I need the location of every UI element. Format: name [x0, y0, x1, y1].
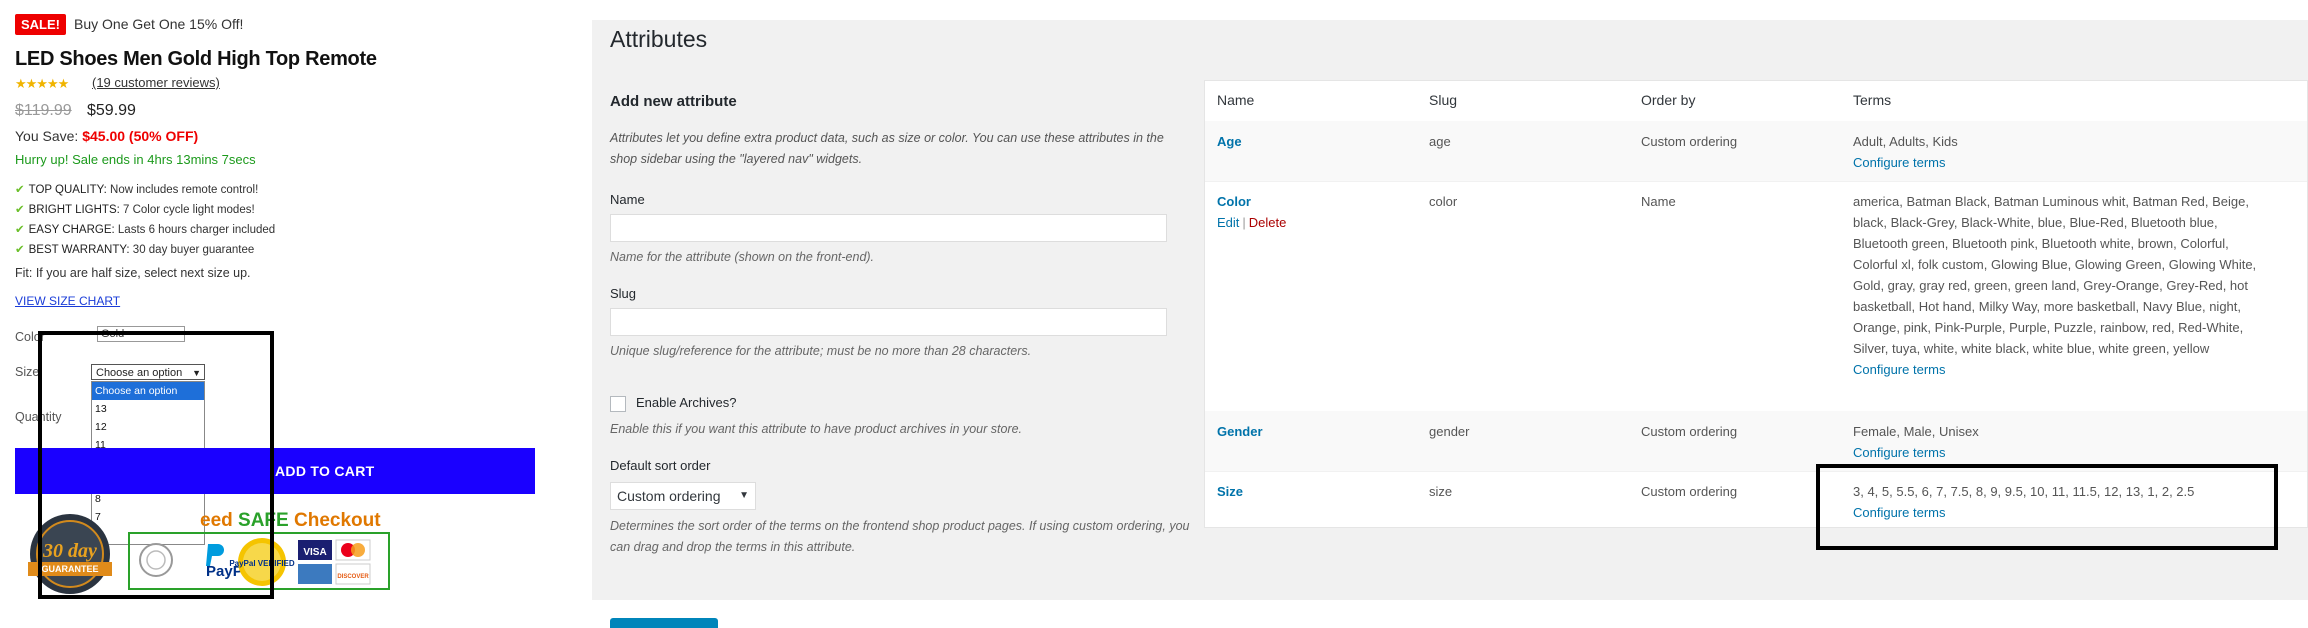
you-save-label: You Save: — [15, 128, 83, 144]
check-icon: ✔ — [15, 224, 25, 236]
sort-order-label: Default sort order — [610, 458, 711, 473]
enable-archives-label: Enable Archives? — [636, 395, 737, 410]
attribute-terms: america, Batman Black, Batman Luminous w… — [1853, 194, 2257, 356]
attribute-terms-cell: Female, Male, Unisex Configure terms — [1853, 421, 2273, 463]
feature-text: 30 day buyer guarantee — [129, 244, 255, 256]
promo-text: Buy One Get One 15% Off! — [74, 16, 244, 32]
attributes-table: Name Slug Order by Terms Age age Custom … — [1204, 80, 2308, 530]
action-separator: | — [1242, 215, 1246, 230]
table-header: Name Slug Order by Terms — [1205, 81, 2307, 122]
slug-label: Slug — [610, 286, 637, 301]
add-to-cart-label: ADD TO CART — [275, 463, 375, 479]
name-label: Name — [610, 192, 645, 207]
name-input[interactable] — [610, 214, 1167, 242]
discover-text: DISCOVER — [337, 574, 369, 580]
old-price: $119.99 — [15, 102, 72, 119]
configure-terms-link[interactable]: Configure terms — [1853, 155, 1945, 170]
feature-text: 7 Color cycle light modes! — [119, 204, 255, 216]
header-slug: Slug — [1429, 92, 1458, 108]
sort-order-help: Determines the sort order of the terms o… — [610, 519, 1190, 554]
fit-note: Fit: If you are half size, select next s… — [15, 266, 251, 280]
delete-link[interactable]: Delete — [1249, 215, 1287, 230]
attribute-name-link[interactable]: Color — [1217, 191, 1251, 212]
feature-text: Lasts 6 hours charger included — [114, 224, 276, 236]
attribute-terms-cell: america, Batman Black, Batman Luminous w… — [1853, 191, 2273, 380]
page-title: Attributes — [610, 26, 708, 52]
attribute-name-link[interactable]: Age — [1217, 131, 1242, 152]
sort-order-value: Custom ordering — [617, 488, 721, 504]
configure-terms-link[interactable]: Configure terms — [1853, 445, 1945, 460]
form-intro: Attributes let you define extra product … — [610, 131, 1164, 166]
reviews-link[interactable]: (19 customer reviews) — [92, 75, 220, 90]
slug-input[interactable] — [610, 308, 1167, 336]
attribute-slug: age — [1429, 134, 1451, 149]
product-title: LED Shoes Men Gold High Top Remote — [15, 48, 377, 70]
attribute-terms: Female, Male, Unisex — [1853, 424, 1979, 439]
highlight-box-size-dropdown — [38, 331, 274, 599]
attribute-slug: size — [1429, 484, 1453, 499]
table-row: Age age Custom ordering Adult, Adults, K… — [1205, 121, 2307, 182]
header-name: Name — [1217, 92, 1255, 108]
guarantee-text-3: Checkout — [288, 510, 381, 531]
feature-title: BRIGHT LIGHTS: — [28, 204, 120, 216]
attribute-order: Custom ordering — [1641, 424, 1738, 439]
chevron-down-icon: ▼ — [739, 490, 749, 501]
sale-badge: SALE! — [15, 14, 66, 35]
attribute-name-link[interactable]: Gender — [1217, 421, 1263, 442]
feature-list: ✔ TOP QUALITY: Now includes remote contro… — [15, 180, 275, 260]
enable-archives-checkbox[interactable] — [610, 396, 626, 412]
table-row: Gender gender Custom ordering Female, Ma… — [1205, 411, 2307, 472]
feature-title: TOP QUALITY: — [28, 184, 107, 196]
check-icon: ✔ — [15, 244, 25, 256]
slug-help: Unique slug/reference for the attribute;… — [610, 344, 1032, 358]
feature-title: BEST WARRANTY: — [28, 244, 130, 256]
feature-title: EASY CHARGE: — [28, 224, 115, 236]
size-label: Size — [15, 365, 40, 379]
attribute-order: Custom ordering — [1641, 134, 1738, 149]
visa-text: VISA — [303, 547, 326, 558]
feature-item: ✔ BRIGHT LIGHTS: 7 Color cycle light mode… — [15, 200, 275, 220]
rating-stars: ★★★★★ — [15, 76, 69, 91]
edit-link[interactable]: Edit — [1217, 215, 1239, 230]
sort-order-select[interactable]: Custom ordering ▼ — [610, 482, 756, 510]
row-actions: Edit | Delete — [1217, 215, 1286, 230]
size-chart-link[interactable]: VIEW SIZE CHART — [15, 294, 120, 308]
form-heading: Add new attribute — [610, 93, 737, 110]
feature-text: Now includes remote control! — [106, 184, 259, 196]
configure-terms-link[interactable]: Configure terms — [1853, 362, 1945, 377]
check-icon: ✔ — [15, 204, 25, 216]
add-attribute-button[interactable] — [610, 618, 718, 628]
header-terms: Terms — [1853, 92, 1892, 108]
sale-countdown: Hurry up! Sale ends in 4hrs 13mins 7secs — [15, 152, 256, 167]
name-help: Name for the attribute (shown on the fro… — [610, 250, 875, 264]
attribute-order: Custom ordering — [1641, 484, 1738, 499]
header-order-by: Order by — [1641, 92, 1696, 108]
check-icon: ✔ — [15, 184, 25, 196]
sale-price: $59.99 — [87, 102, 136, 119]
table-row: Color Edit | Delete color Name america, Ba… — [1205, 181, 2307, 412]
feature-item: ✔ TOP QUALITY: Now includes remote contro… — [15, 180, 275, 200]
highlight-box-size-terms — [1816, 464, 2278, 550]
attribute-name-link[interactable]: Size — [1217, 481, 1243, 502]
feature-item: ✔ EASY CHARGE: Lasts 6 hours charger incl… — [15, 220, 275, 240]
you-save: You Save: $45.00 (50% OFF) — [15, 128, 198, 144]
enable-archives-help: Enable this if you want this attribute t… — [610, 422, 1023, 436]
attribute-slug: gender — [1429, 424, 1470, 439]
feature-item: ✔ BEST WARRANTY: 30 day buyer guarantee — [15, 240, 275, 260]
attribute-order: Name — [1641, 194, 1676, 209]
attribute-terms-cell: Adult, Adults, Kids Configure terms — [1853, 131, 2273, 173]
attribute-terms: Adult, Adults, Kids — [1853, 134, 1958, 149]
attribute-slug: color — [1429, 194, 1458, 209]
you-save-amount: $45.00 (50% OFF) — [82, 128, 199, 144]
